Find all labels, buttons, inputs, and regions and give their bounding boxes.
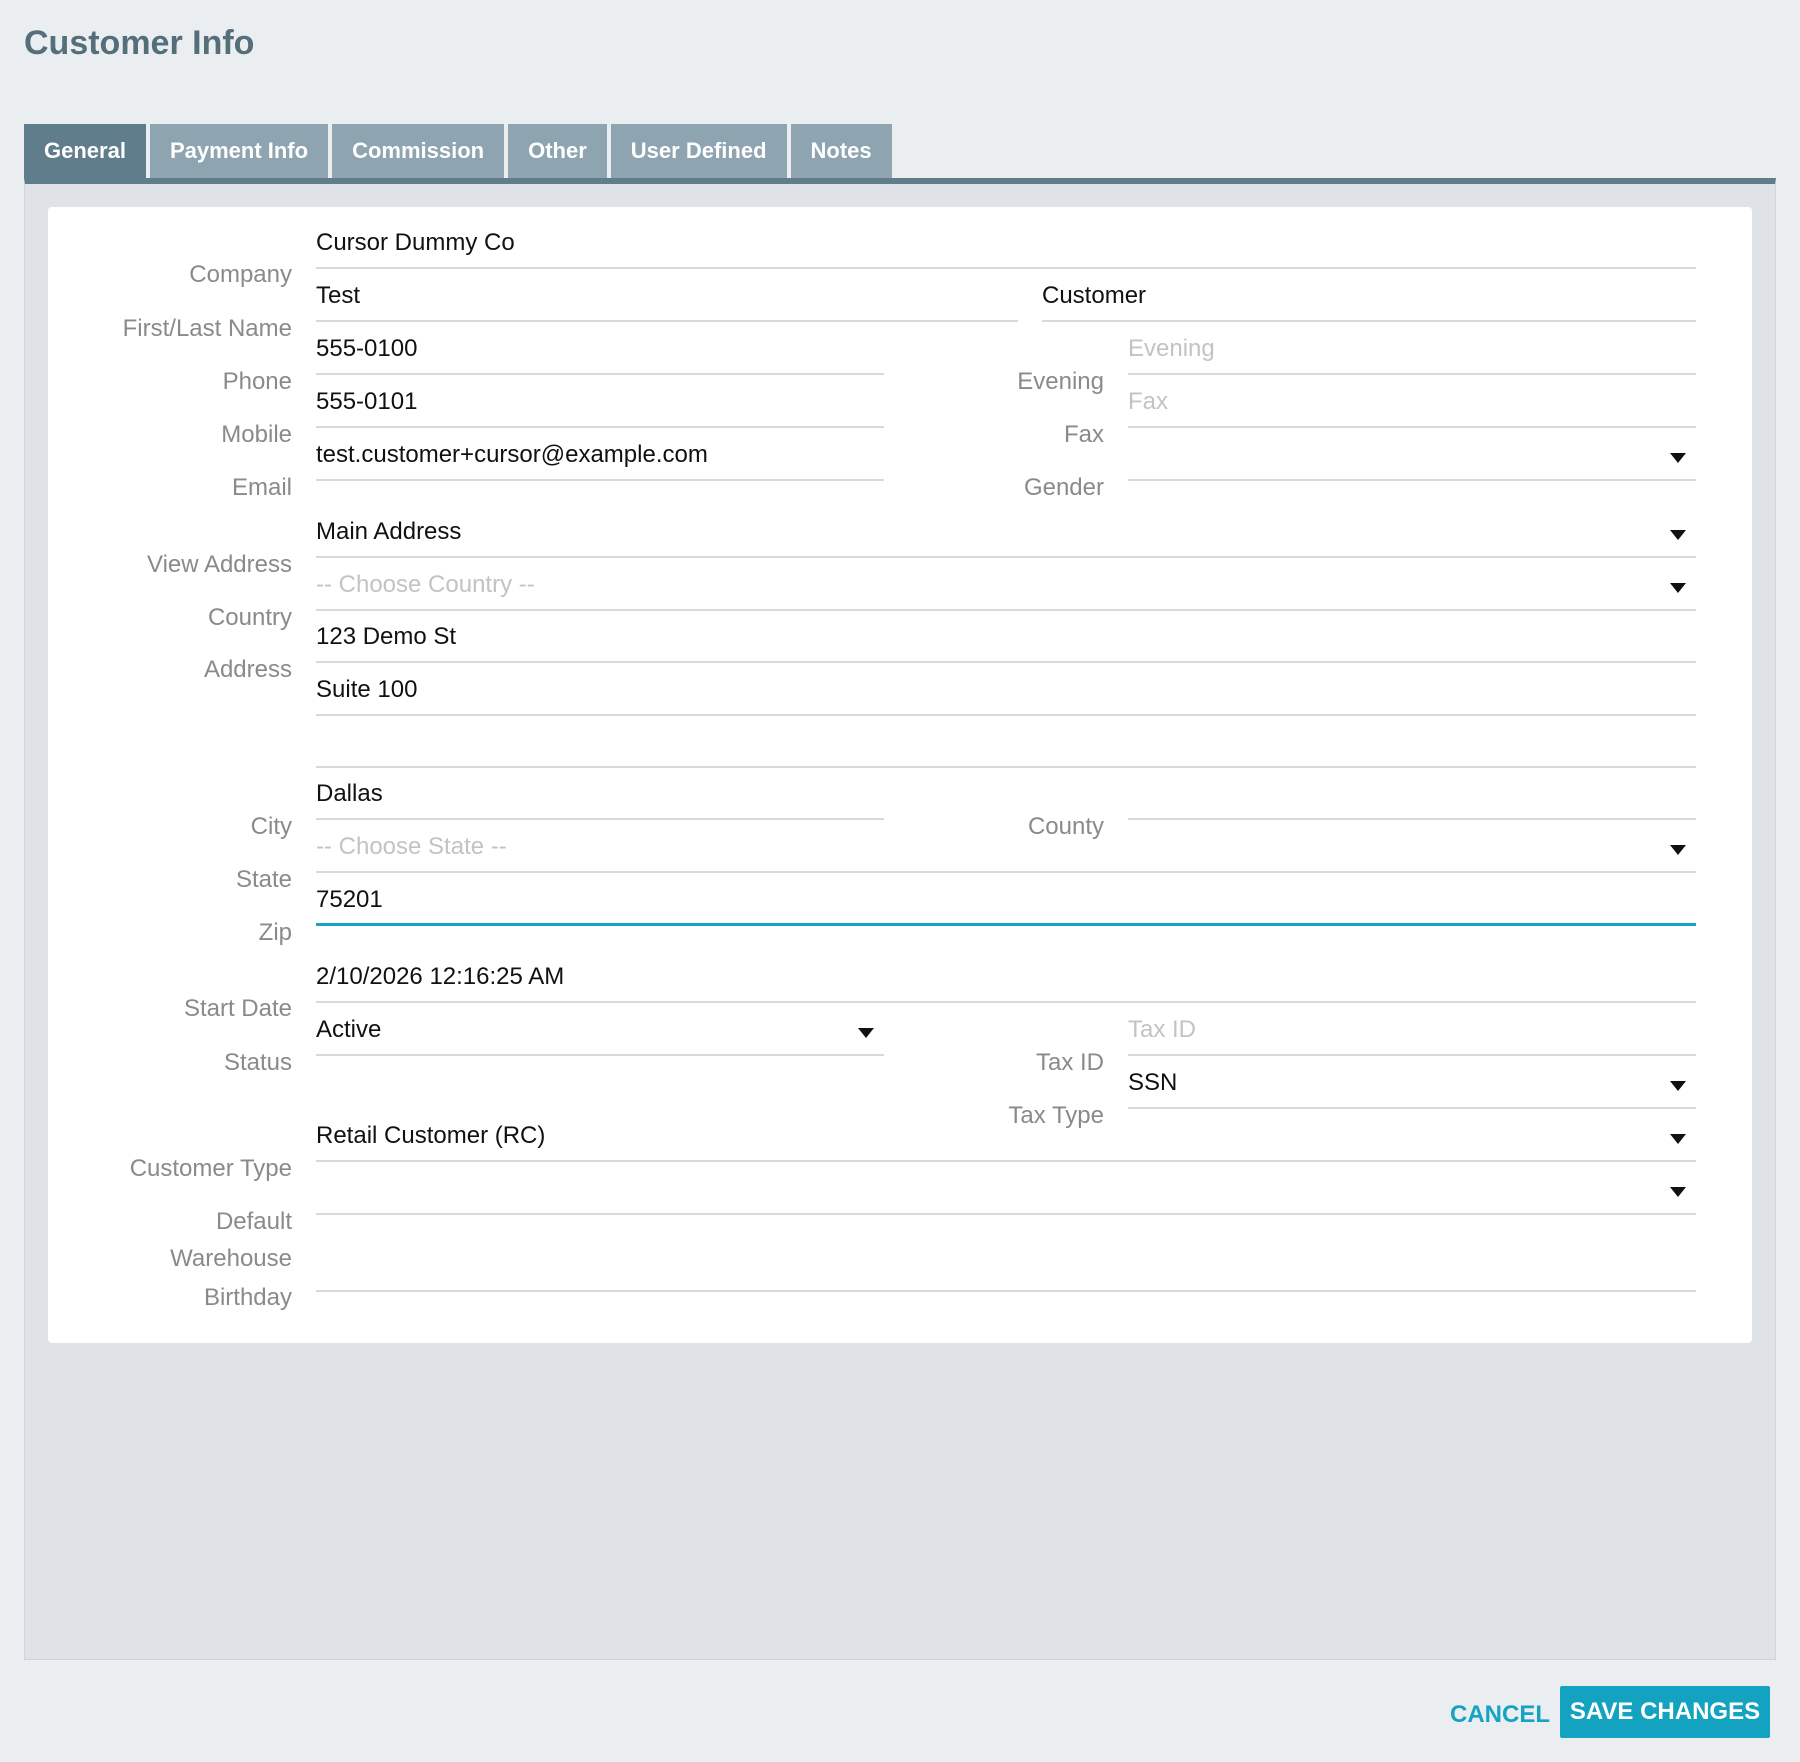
country-placeholder: -- Choose Country -- — [316, 571, 535, 598]
name-label: First/Last Name — [122, 315, 292, 342]
save-changes-button[interactable]: SAVE CHANGES — [1560, 1686, 1770, 1738]
last-name-value: Customer — [1042, 282, 1147, 309]
address-line1-field[interactable]: 123 Demo St — [316, 613, 1696, 663]
company-value: Cursor Dummy Co — [316, 229, 515, 256]
state-select[interactable]: -- Choose State -- — [316, 823, 1696, 873]
status-label: Status — [223, 1049, 292, 1076]
fax-placeholder: Fax — [1128, 388, 1169, 415]
evening-field[interactable]: Evening — [1128, 325, 1696, 375]
company-field[interactable]: Cursor Dummy Co — [316, 219, 1696, 269]
tax-id-field[interactable]: Tax ID — [1128, 1006, 1696, 1056]
mobile-field[interactable]: 555-0101 — [316, 378, 884, 428]
chevron-down-icon — [1670, 845, 1686, 855]
birthday-label: Birthday — [203, 1284, 292, 1311]
first-name-field[interactable]: Test — [316, 272, 1018, 322]
tab-general[interactable]: General — [24, 124, 146, 178]
phone-field[interactable]: 555-0100 — [316, 325, 884, 375]
address-line3-field[interactable] — [316, 718, 1696, 768]
chevron-down-icon — [1670, 530, 1686, 540]
customer-type-value: Retail Customer (RC) — [316, 1122, 546, 1149]
start-date-field[interactable]: 2/10/2026 12:16:25 AM — [316, 953, 1696, 1003]
chevron-down-icon — [1670, 583, 1686, 593]
mobile-value: 555-0101 — [316, 388, 418, 415]
tab-user-defined[interactable]: User Defined — [610, 124, 787, 178]
customer-type-select[interactable]: Retail Customer (RC) — [316, 1112, 1696, 1162]
tab-payment-info[interactable]: Payment Info — [149, 124, 329, 178]
view-address-value: Main Address — [316, 518, 462, 545]
chevron-down-icon — [1670, 1187, 1686, 1197]
start-date-value: 2/10/2026 12:16:25 AM — [316, 963, 565, 990]
tax-id-label: Tax ID — [1035, 1049, 1104, 1076]
cancel-button[interactable]: CANCEL — [1430, 1690, 1570, 1740]
fax-field[interactable]: Fax — [1128, 378, 1696, 428]
tax-id-placeholder: Tax ID — [1128, 1016, 1197, 1043]
city-value: Dallas — [316, 780, 383, 807]
page-title: Customer Info — [24, 24, 255, 62]
tab-commission[interactable]: Commission — [332, 124, 505, 178]
fax-label: Fax — [1063, 421, 1104, 448]
address-label: Address — [203, 656, 292, 683]
default-warehouse-label-line1: Default — [215, 1208, 292, 1235]
tab-bar: General Payment Info Commission Other Us… — [24, 124, 896, 178]
phone-value: 555-0100 — [316, 335, 418, 362]
view-address-select[interactable]: Main Address — [316, 508, 1696, 558]
status-value: Active — [316, 1016, 382, 1043]
email-field[interactable]: test.customer+cursor@example.com — [316, 431, 884, 481]
first-name-value: Test — [316, 282, 361, 309]
chevron-down-icon — [1670, 453, 1686, 463]
state-label: State — [235, 866, 292, 893]
tab-other[interactable]: Other — [508, 124, 607, 178]
city-field[interactable]: Dallas — [316, 770, 884, 820]
email-label: Email — [231, 474, 292, 501]
evening-label: Evening — [1017, 368, 1104, 395]
address-line2-field[interactable]: Suite 100 — [316, 666, 1696, 716]
zip-label: Zip — [258, 919, 292, 946]
zip-value: 75201 — [316, 886, 383, 913]
mobile-label: Mobile — [221, 421, 292, 448]
chevron-down-icon — [858, 1028, 874, 1038]
state-placeholder: -- Choose State -- — [316, 833, 507, 860]
address-line2-value: Suite 100 — [316, 676, 418, 703]
general-form: Company Cursor Dummy Co First/Last Name … — [48, 207, 1752, 1343]
gender-select[interactable] — [1128, 431, 1696, 481]
tax-type-select[interactable]: SSN — [1128, 1059, 1696, 1109]
email-value: test.customer+cursor@example.com — [316, 441, 708, 468]
birthday-field[interactable] — [316, 1242, 1696, 1292]
country-label: Country — [207, 604, 292, 631]
country-select[interactable]: -- Choose Country -- — [316, 561, 1696, 611]
tab-panel: Company Cursor Dummy Co First/Last Name … — [24, 178, 1776, 1660]
chevron-down-icon — [1670, 1081, 1686, 1091]
phone-label: Phone — [222, 368, 292, 395]
address-line1-value: 123 Demo St — [316, 623, 457, 650]
tab-notes[interactable]: Notes — [790, 124, 892, 178]
city-label: City — [250, 813, 292, 840]
default-warehouse-label-line2: Warehouse — [170, 1245, 292, 1272]
gender-label: Gender — [1023, 474, 1104, 501]
chevron-down-icon — [1670, 1134, 1686, 1144]
tax-type-value: SSN — [1128, 1069, 1178, 1096]
evening-placeholder: Evening — [1128, 335, 1215, 362]
zip-field[interactable]: 75201 — [316, 876, 1696, 926]
company-label: Company — [189, 261, 292, 288]
view-address-label: View Address — [147, 551, 292, 578]
last-name-field[interactable]: Customer — [1042, 272, 1696, 322]
status-select[interactable]: Active — [316, 1006, 884, 1056]
start-date-label: Start Date — [183, 995, 292, 1022]
county-field[interactable] — [1128, 770, 1696, 820]
default-warehouse-select[interactable] — [316, 1165, 1696, 1215]
customer-type-label: Customer Type — [129, 1155, 292, 1182]
